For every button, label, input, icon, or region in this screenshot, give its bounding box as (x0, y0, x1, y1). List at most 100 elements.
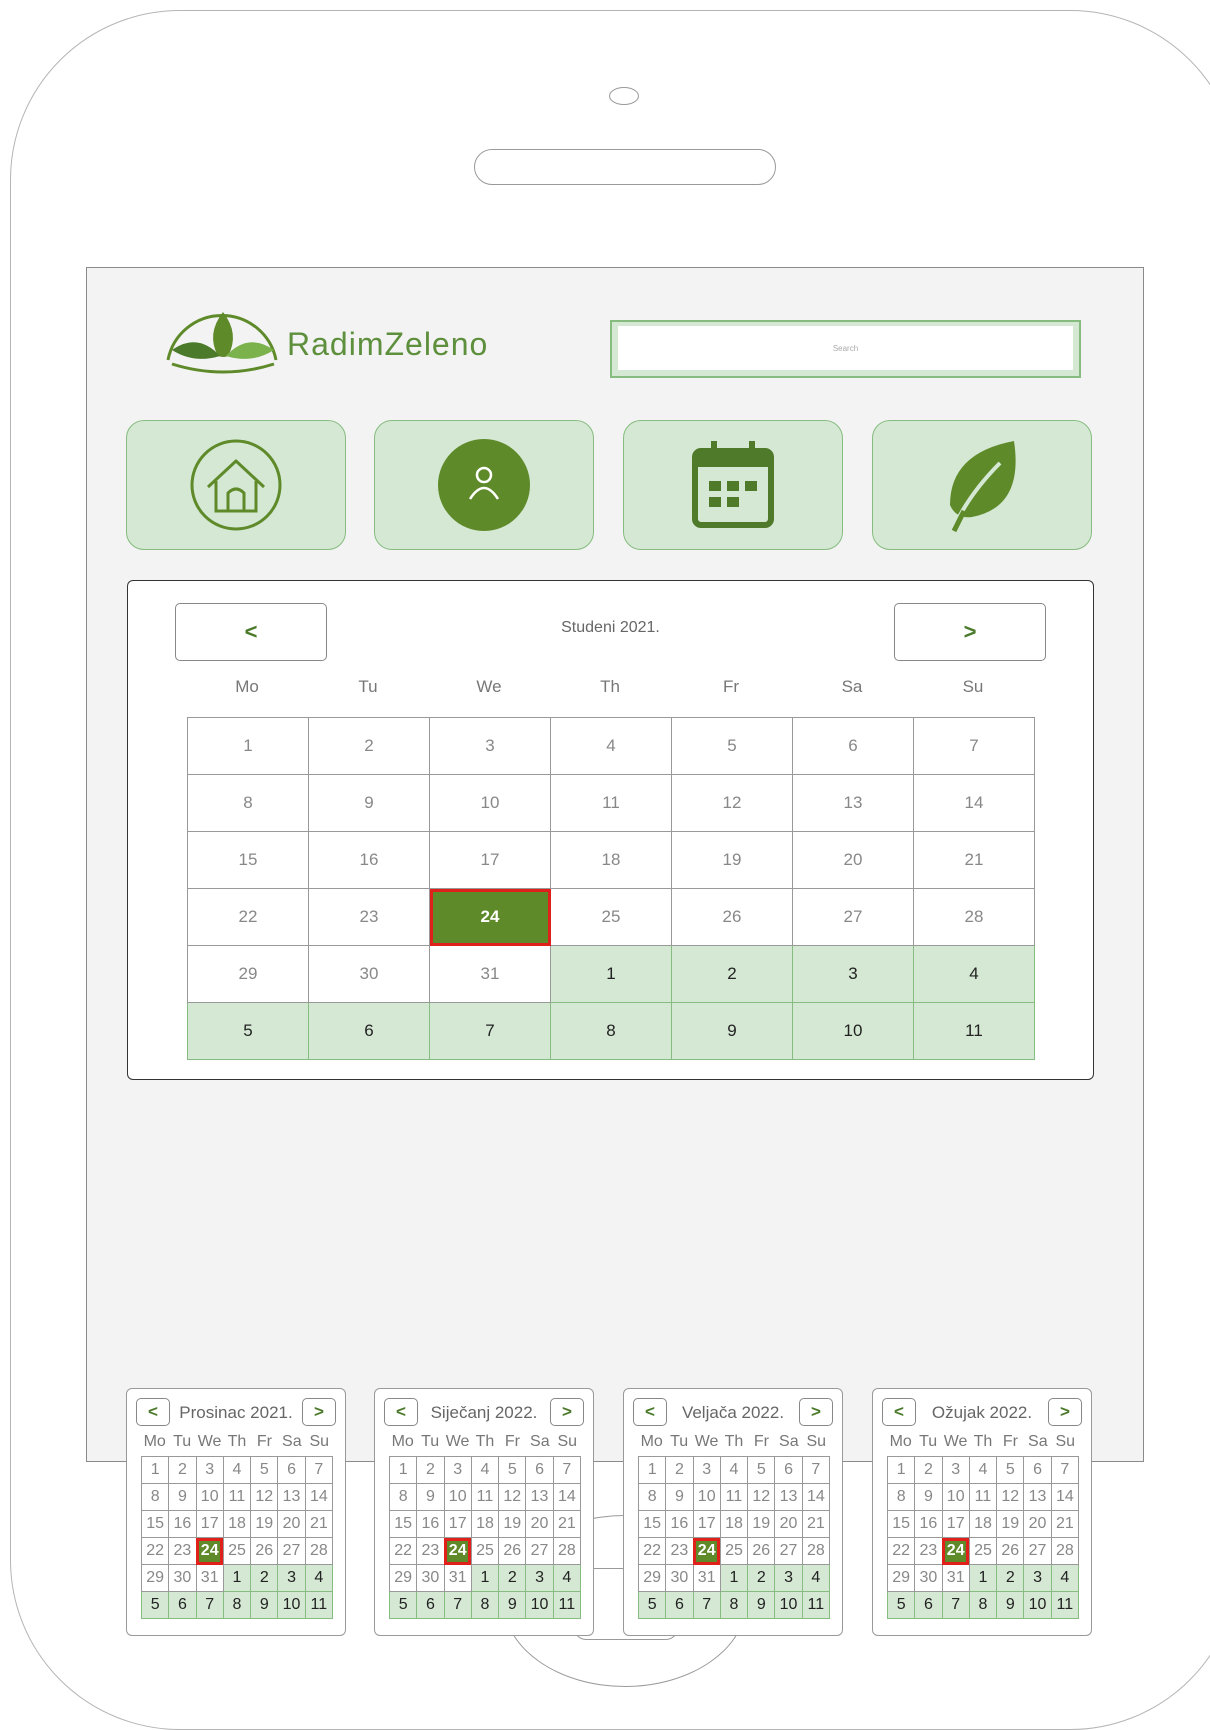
calendar-day[interactable]: 4 (913, 945, 1035, 1003)
mini-next-button[interactable]: > (302, 1398, 336, 1426)
mini-day[interactable]: 21 (1050, 1510, 1080, 1538)
mini-day[interactable]: 1 (637, 1456, 667, 1484)
mini-day[interactable]: 30 (416, 1564, 445, 1592)
mini-day[interactable]: 3 (774, 1564, 803, 1592)
mini-day[interactable]: 1 (140, 1456, 170, 1484)
mini-day[interactable]: 20 (525, 1510, 554, 1538)
mini-day-selected[interactable]: 24 (443, 1537, 472, 1565)
calendar-day[interactable]: 26 (671, 888, 793, 946)
mini-day[interactable]: 9 (250, 1591, 279, 1619)
mini-day[interactable]: 2 (168, 1456, 197, 1484)
mini-day[interactable]: 8 (470, 1591, 500, 1619)
mini-day[interactable]: 23 (168, 1537, 197, 1565)
calendar-day[interactable]: 25 (550, 888, 672, 946)
mini-day[interactable]: 14 (1050, 1483, 1080, 1511)
calendar-day[interactable]: 9 (671, 1002, 793, 1060)
mini-day[interactable]: 7 (941, 1591, 970, 1619)
mini-day[interactable]: 31 (692, 1564, 721, 1592)
mini-day[interactable]: 19 (250, 1510, 279, 1538)
mini-day[interactable]: 16 (416, 1510, 445, 1538)
mini-day[interactable]: 26 (747, 1537, 776, 1565)
search-input[interactable] (618, 326, 1073, 370)
mini-day[interactable]: 22 (886, 1537, 916, 1565)
calendar-day[interactable]: 14 (913, 774, 1035, 832)
mini-day[interactable]: 9 (416, 1483, 445, 1511)
mini-day[interactable]: 15 (140, 1510, 170, 1538)
mini-day[interactable]: 29 (388, 1564, 418, 1592)
mini-day[interactable]: 7 (1050, 1456, 1080, 1484)
mini-day[interactable]: 8 (637, 1483, 667, 1511)
mini-day[interactable]: 30 (914, 1564, 943, 1592)
mini-day[interactable]: 30 (665, 1564, 694, 1592)
mini-day[interactable]: 9 (996, 1591, 1025, 1619)
mini-day[interactable]: 4 (552, 1564, 582, 1592)
calendar-day[interactable]: 19 (671, 831, 793, 889)
mini-day[interactable]: 6 (665, 1591, 694, 1619)
mini-day[interactable]: 9 (665, 1483, 694, 1511)
mini-day[interactable]: 1 (222, 1564, 252, 1592)
calendar-day[interactable]: 15 (187, 831, 309, 889)
mini-day[interactable]: 1 (388, 1456, 418, 1484)
calendar-day[interactable]: 7 (429, 1002, 551, 1060)
mini-day[interactable]: 5 (747, 1456, 776, 1484)
calendar-day[interactable]: 5 (671, 717, 793, 775)
calendar-day[interactable]: 6 (308, 1002, 430, 1060)
mini-day[interactable]: 28 (1050, 1537, 1080, 1565)
mini-day[interactable]: 4 (719, 1456, 749, 1484)
calendar-day[interactable]: 12 (671, 774, 793, 832)
mini-day[interactable]: 3 (941, 1456, 970, 1484)
mini-day[interactable]: 11 (801, 1591, 831, 1619)
mini-day[interactable]: 11 (1050, 1591, 1080, 1619)
calendar-day[interactable]: 20 (792, 831, 914, 889)
mini-day[interactable]: 4 (304, 1564, 334, 1592)
mini-day[interactable]: 27 (277, 1537, 306, 1565)
next-month-button[interactable]: > (894, 603, 1046, 661)
mini-day[interactable]: 28 (801, 1537, 831, 1565)
mini-day[interactable]: 8 (140, 1483, 170, 1511)
mini-day[interactable]: 25 (222, 1537, 252, 1565)
mini-day[interactable]: 11 (552, 1591, 582, 1619)
mini-day[interactable]: 6 (525, 1456, 554, 1484)
calendar-day[interactable]: 13 (792, 774, 914, 832)
mini-day[interactable]: 23 (914, 1537, 943, 1565)
mini-day[interactable]: 12 (747, 1483, 776, 1511)
mini-day[interactable]: 16 (914, 1510, 943, 1538)
mini-day[interactable]: 15 (637, 1510, 667, 1538)
calendar-day[interactable]: 1 (550, 945, 672, 1003)
mini-day[interactable]: 19 (996, 1510, 1025, 1538)
calendar-day[interactable]: 8 (187, 774, 309, 832)
mini-day[interactable]: 16 (168, 1510, 197, 1538)
mini-day[interactable]: 3 (195, 1456, 224, 1484)
mini-day[interactable]: 4 (222, 1456, 252, 1484)
calendar-day[interactable]: 3 (429, 717, 551, 775)
mini-day[interactable]: 22 (140, 1537, 170, 1565)
mini-day[interactable]: 3 (1023, 1564, 1052, 1592)
mini-day[interactable]: 29 (637, 1564, 667, 1592)
mini-day[interactable]: 11 (470, 1483, 500, 1511)
mini-day[interactable]: 10 (525, 1591, 554, 1619)
calendar-day[interactable]: 18 (550, 831, 672, 889)
mini-day[interactable]: 5 (996, 1456, 1025, 1484)
mini-day[interactable]: 27 (1023, 1537, 1052, 1565)
mini-day[interactable]: 11 (304, 1591, 334, 1619)
mini-day[interactable]: 6 (168, 1591, 197, 1619)
mini-day[interactable]: 31 (443, 1564, 472, 1592)
mini-day[interactable]: 19 (498, 1510, 527, 1538)
mini-day[interactable]: 23 (416, 1537, 445, 1565)
mini-day[interactable]: 11 (222, 1483, 252, 1511)
mini-day[interactable]: 27 (774, 1537, 803, 1565)
mini-day[interactable]: 11 (968, 1483, 998, 1511)
mini-day[interactable]: 9 (168, 1483, 197, 1511)
mini-day[interactable]: 28 (304, 1537, 334, 1565)
mini-day[interactable]: 17 (692, 1510, 721, 1538)
mini-day[interactable]: 10 (692, 1483, 721, 1511)
calendar-day[interactable]: 8 (550, 1002, 672, 1060)
mini-day[interactable]: 9 (498, 1591, 527, 1619)
mini-day[interactable]: 10 (195, 1483, 224, 1511)
mini-next-button[interactable]: > (550, 1398, 584, 1426)
calendar-day[interactable]: 11 (550, 774, 672, 832)
mini-day[interactable]: 5 (388, 1591, 418, 1619)
mini-next-button[interactable]: > (1048, 1398, 1082, 1426)
mini-day[interactable]: 21 (801, 1510, 831, 1538)
mini-day[interactable]: 5 (886, 1591, 916, 1619)
